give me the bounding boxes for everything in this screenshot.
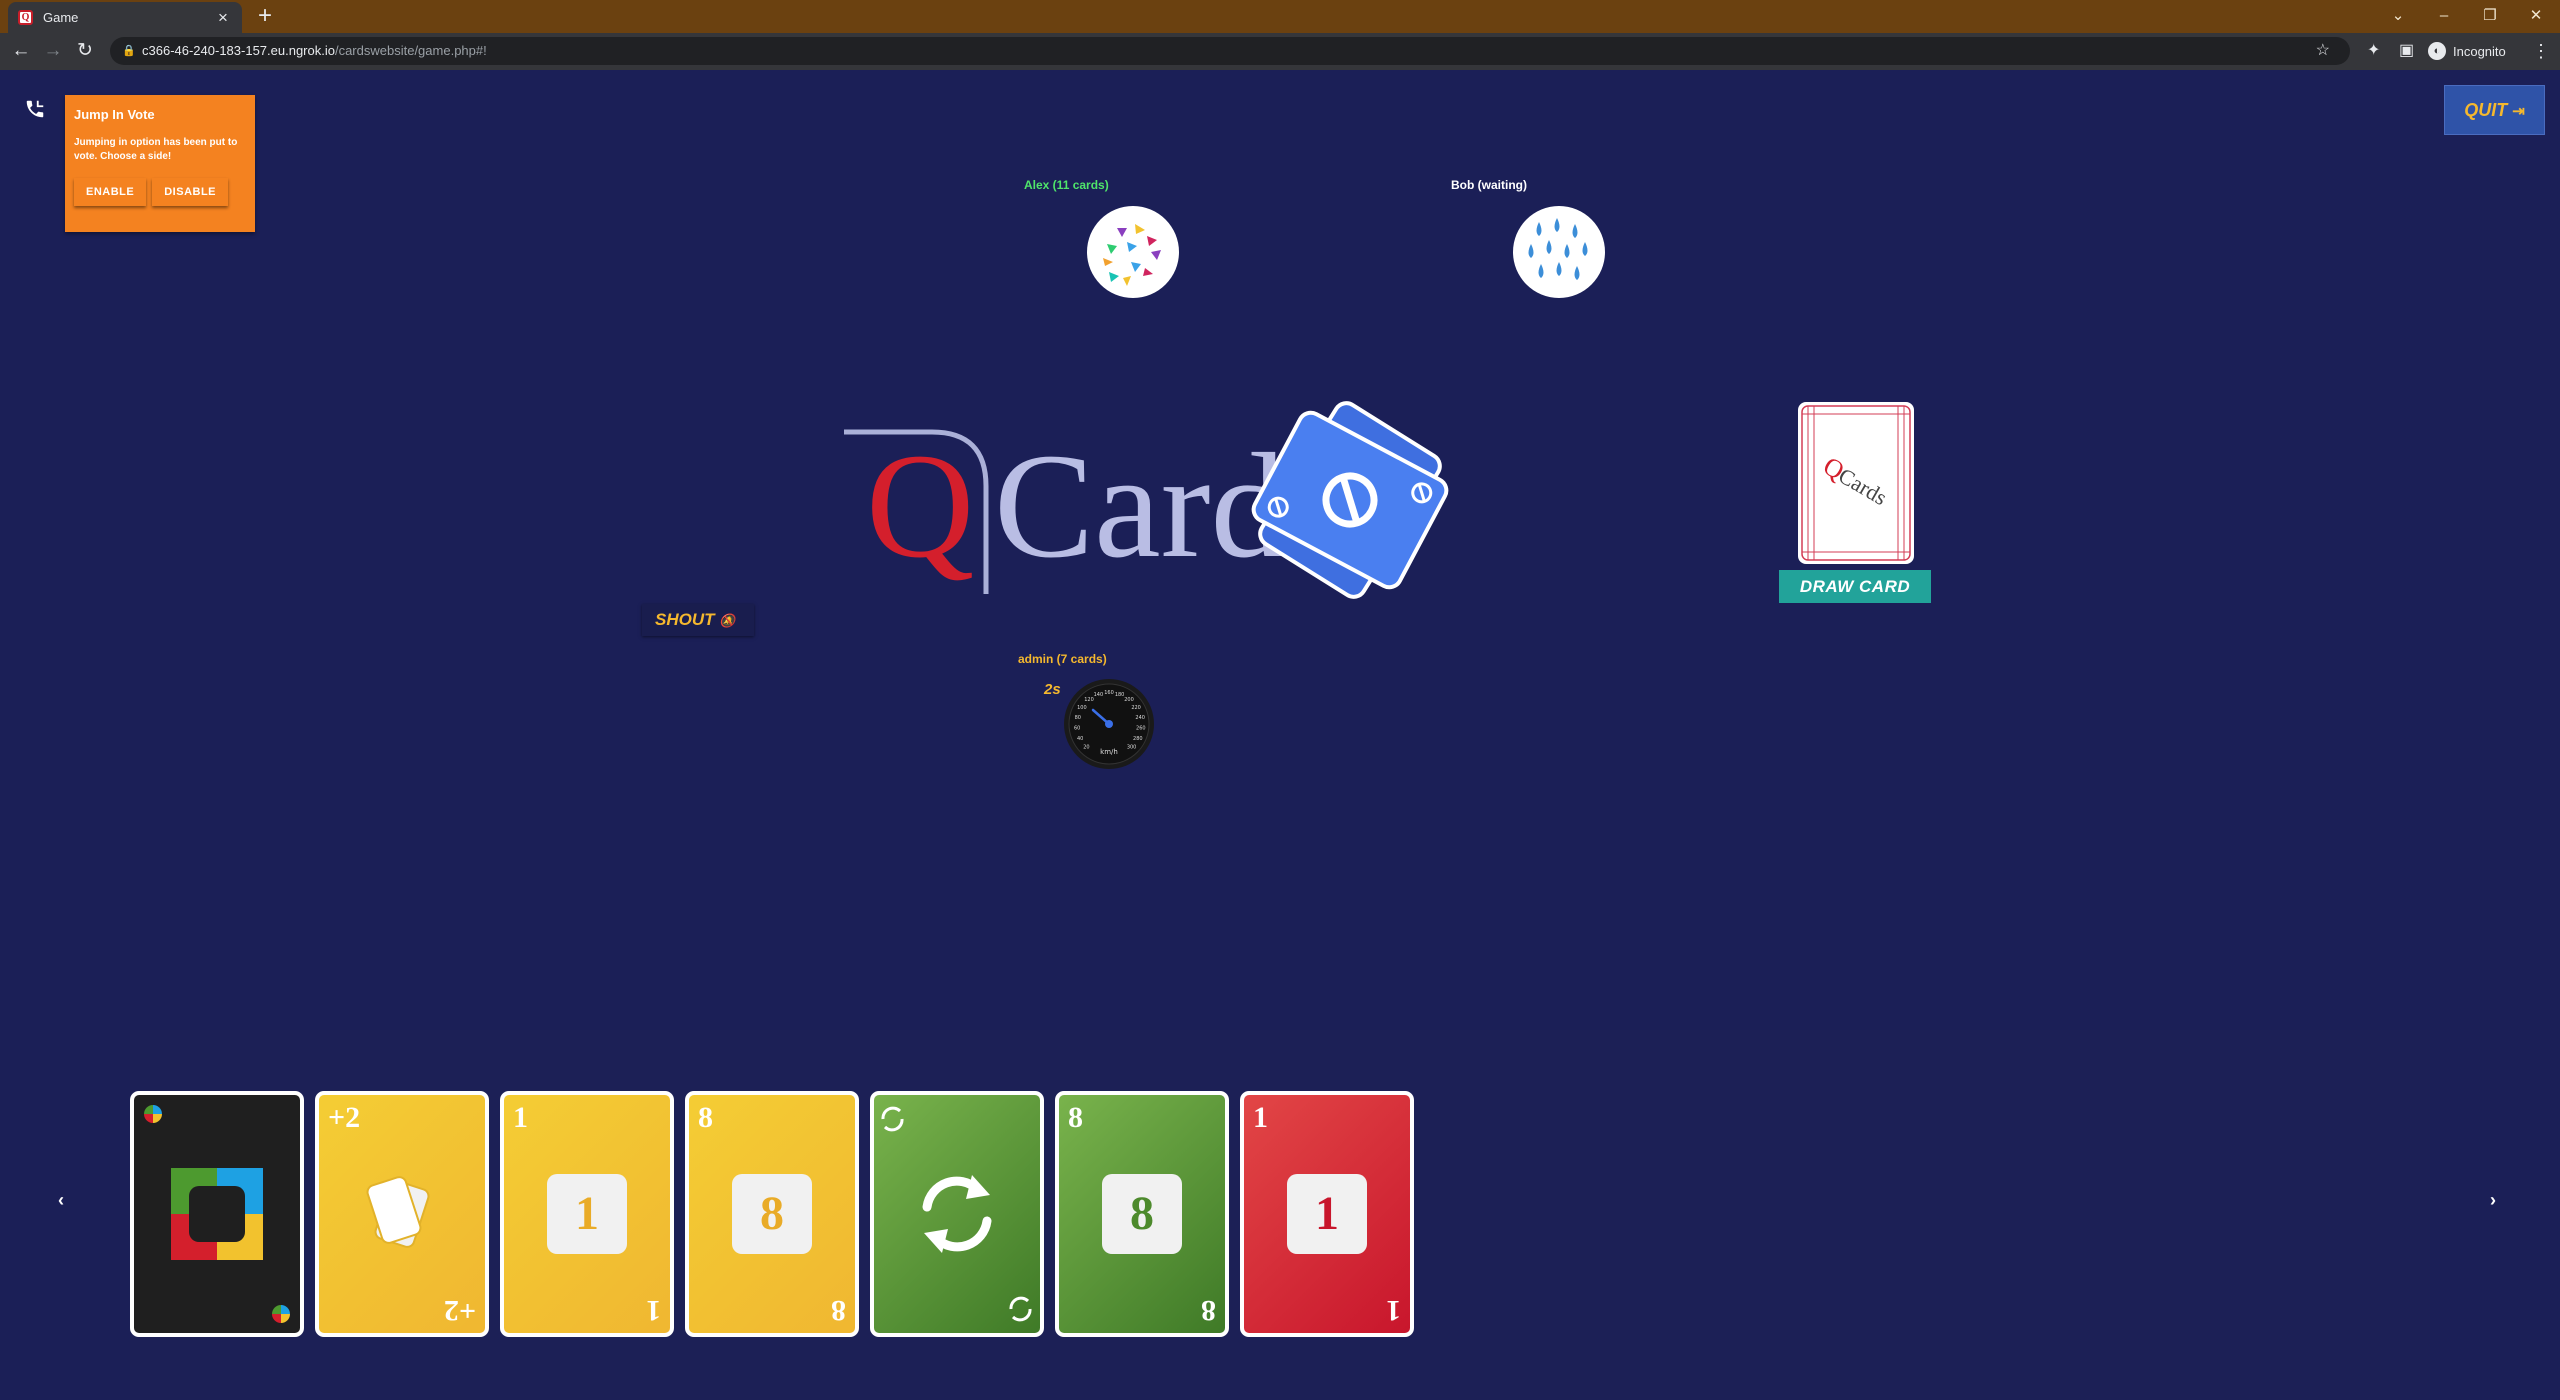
card-corner-top: 1 xyxy=(1253,1101,1268,1134)
extensions-icon[interactable]: ✦ xyxy=(2367,38,2380,64)
turn-timer: 2s xyxy=(1044,681,1061,698)
gauge-tick-label: 260 xyxy=(1136,726,1146,732)
gauge-tick-label: 160 xyxy=(1104,690,1114,696)
voice-call-icon[interactable] xyxy=(24,98,46,126)
hand-card-red-1[interactable]: 1 1 1 xyxy=(1240,1091,1414,1337)
draw-card-button[interactable]: DRAW CARD xyxy=(1779,570,1931,603)
gauge-tick-label: 20 xyxy=(1083,745,1089,751)
browser-toolbar: ← → ↻ 🔒 c366-46-240-183-157.eu.ngrok.io/… xyxy=(0,33,2560,70)
browser-tab-bar: Q Game × + ⌄ – ❐ ✕ xyxy=(0,0,2560,33)
back-icon[interactable]: ← xyxy=(8,38,34,64)
gauge-tick-label: 180 xyxy=(1115,692,1125,698)
card-corner-top: 1 xyxy=(513,1101,528,1134)
gauge-tick-label: 120 xyxy=(1084,697,1094,703)
tab-search-icon[interactable]: ⌄ xyxy=(2378,2,2418,30)
gauge-tick-label: 140 xyxy=(1094,692,1104,698)
new-tab-icon[interactable]: + xyxy=(258,4,272,28)
draw-deck[interactable]: Q Cards xyxy=(1798,402,1914,564)
bookmark-star-icon[interactable]: ☆ xyxy=(2316,37,2330,65)
speedometer-avatar: 20 40 60 80 100 120 140 160 180 200 220 240 260 280 30… xyxy=(1063,678,1155,770)
gauge-tick-label: 280 xyxy=(1133,736,1143,742)
two-cards-icon xyxy=(366,1176,430,1248)
player-bob-label: Bob (waiting) xyxy=(1451,178,1527,192)
lock-icon: 🔒 xyxy=(122,45,136,57)
hand-scroll-right-icon[interactable]: › xyxy=(2490,1190,2496,1211)
minimize-icon[interactable]: – xyxy=(2424,2,2464,30)
player-alex-label: Alex (11 cards) xyxy=(1024,178,1109,192)
gauge-tick-label: 300 xyxy=(1127,745,1137,751)
address-bar[interactable]: 🔒 c366-46-240-183-157.eu.ngrok.io/cardsw… xyxy=(110,37,2350,65)
quit-label: QUIT xyxy=(2464,100,2508,120)
enable-button[interactable]: ENABLE xyxy=(74,178,147,206)
card-corner-bottom: 8 xyxy=(1201,1294,1216,1327)
reverse-arrows-icon xyxy=(881,1106,1032,1322)
side-panel-icon[interactable]: ▣ xyxy=(2399,38,2414,64)
gauge-tick-label: 60 xyxy=(1074,726,1080,732)
card-corner-bottom: 1 xyxy=(646,1294,661,1327)
card-corner-bottom: 1 xyxy=(1386,1294,1401,1327)
hand-card-green-reverse[interactable] xyxy=(870,1091,1044,1337)
hand-card-yellow-draw-two[interactable]: +2 +2 xyxy=(315,1091,489,1337)
shout-button[interactable]: SHOUT 🔕 xyxy=(642,604,754,636)
incognito-label: Incognito xyxy=(2453,43,2506,59)
game-page: Jump In Vote Jumping in option has been … xyxy=(0,70,2560,1400)
tab-close-icon[interactable]: × xyxy=(214,8,232,28)
gauge-tick-label: 100 xyxy=(1077,705,1087,711)
url-host: c366-46-240-183-157.eu.ngrok.io xyxy=(142,43,335,58)
reload-icon[interactable]: ↻ xyxy=(72,38,98,64)
incognito-icon: ◐ xyxy=(2428,42,2446,60)
url-path: /cardswebsite/game.php#! xyxy=(334,43,487,58)
hand-card-wild[interactable] xyxy=(130,1091,304,1337)
browser-menu-icon[interactable]: ⋮ xyxy=(2532,38,2550,64)
player-bob-avatar xyxy=(1513,206,1605,298)
quit-button[interactable]: QUIT ⇥ xyxy=(2444,85,2545,135)
browser-tab[interactable]: Q Game × xyxy=(8,2,242,33)
card-center-value: 8 xyxy=(732,1174,812,1254)
gauge-tick-label: 200 xyxy=(1124,697,1134,703)
incognito-profile[interactable]: ◐ Incognito xyxy=(2428,39,2506,63)
hand-card-green-8[interactable]: 8 8 8 xyxy=(1055,1091,1229,1337)
forward-icon[interactable]: → xyxy=(40,38,66,64)
hand-card-yellow-8[interactable]: 8 8 8 xyxy=(685,1091,859,1337)
jump-in-vote-panel: Jump In Vote Jumping in option has been … xyxy=(65,95,255,232)
hand-card-yellow-1[interactable]: 1 1 1 xyxy=(500,1091,674,1337)
card-corner-bottom: 8 xyxy=(831,1294,846,1327)
vote-title: Jump In Vote xyxy=(74,107,155,122)
gauge-tick-label: 220 xyxy=(1131,705,1141,711)
exit-icon: ⇥ xyxy=(2512,103,2525,120)
wild-multicolor-icon xyxy=(144,1105,290,1323)
player-alex-avatar xyxy=(1087,206,1179,298)
gauge-tick-label: 40 xyxy=(1077,736,1083,742)
card-corner-top: 8 xyxy=(698,1101,713,1134)
gauge-unit: km/h xyxy=(1100,748,1118,756)
shout-label: SHOUT xyxy=(655,610,715,629)
tab-title: Game xyxy=(43,10,79,25)
mute-bell-icon: 🔕 xyxy=(719,613,736,628)
card-center-value: 8 xyxy=(1102,1174,1182,1254)
logo-letter: Q xyxy=(866,428,974,589)
skip-card-top xyxy=(1251,410,1449,590)
card-center-value: 1 xyxy=(1287,1174,1367,1254)
vote-description: Jumping in option has been put to vote. … xyxy=(74,137,238,162)
gauge-tick-label: 80 xyxy=(1075,715,1081,721)
gauge-tick-label: 240 xyxy=(1135,715,1145,721)
restore-icon[interactable]: ❐ xyxy=(2470,2,2510,30)
hand-scroll-left-icon[interactable]: ‹ xyxy=(58,1190,64,1211)
card-center-value: 1 xyxy=(547,1174,627,1254)
card-corner-top: 8 xyxy=(1068,1101,1083,1134)
close-window-icon[interactable]: ✕ xyxy=(2516,2,2556,30)
disable-button[interactable]: DISABLE xyxy=(152,178,229,206)
tab-favicon-icon: Q xyxy=(18,10,33,25)
discard-pile xyxy=(1240,390,1460,610)
player-admin-label: admin (7 cards) xyxy=(1018,652,1107,666)
